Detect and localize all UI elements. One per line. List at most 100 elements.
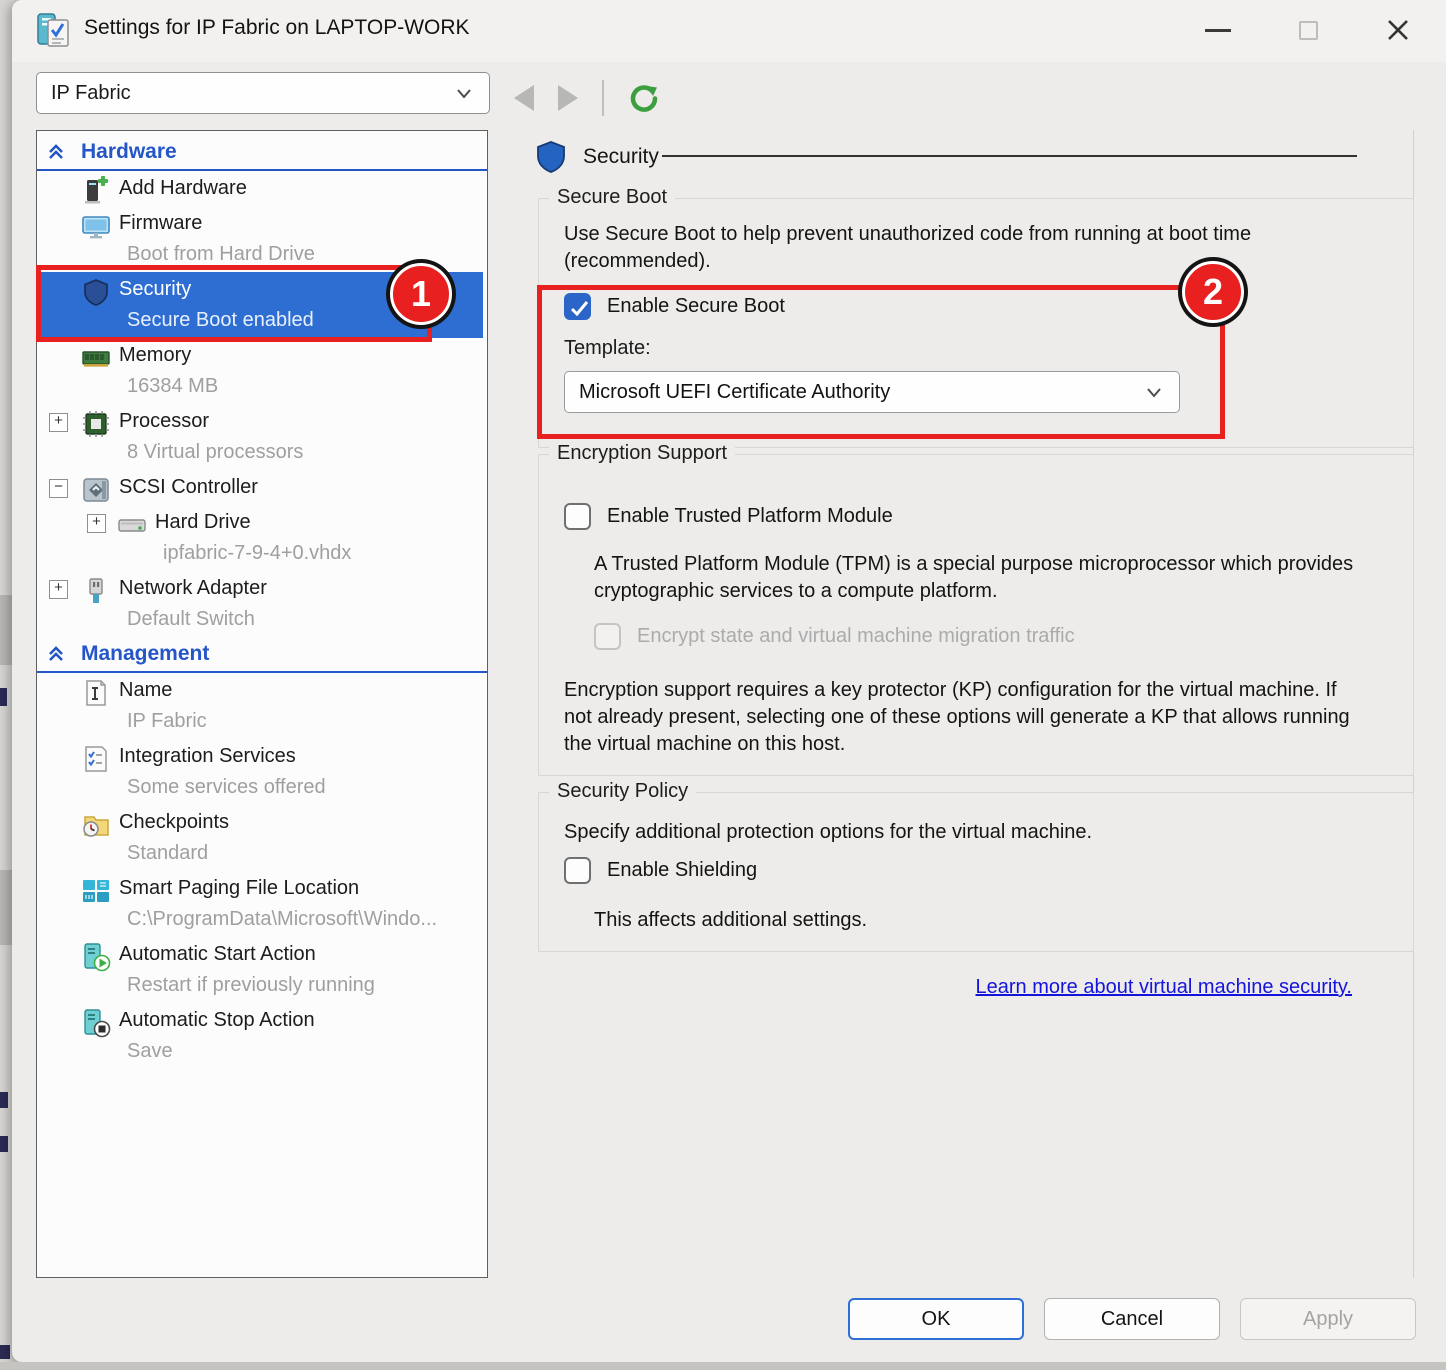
sidebar-item-label: Processor	[119, 406, 487, 437]
checkbox-unchecked-disabled	[594, 623, 621, 650]
network-adapter-icon	[81, 576, 111, 606]
sidebar-item-sub: 8 Virtual processors	[119, 437, 487, 468]
kp-description: Encryption support requires a key protec…	[564, 677, 1354, 758]
sidebar-item-auto-start[interactable]: Automatic Start Action Restart if previo…	[37, 937, 487, 1003]
minimize-button[interactable]	[1196, 10, 1240, 50]
sidebar-item-sub: Save	[119, 1036, 487, 1067]
expand-toggle[interactable]: +	[87, 514, 106, 533]
automatic-stop-icon	[81, 1008, 111, 1038]
close-button[interactable]	[1376, 10, 1420, 50]
sidebar-item-label: Name	[119, 675, 487, 706]
enable-shielding-checkbox[interactable]: Enable Shielding	[564, 857, 757, 884]
tpm-description: A Trusted Platform Module (TPM) is a spe…	[594, 551, 1354, 605]
sidebar-item-label: Automatic Stop Action	[119, 1005, 487, 1036]
sidebar-item-label: Smart Paging File Location	[119, 873, 487, 904]
encryption-support-group: Encryption Support Enable Trusted Platfo…	[538, 454, 1414, 776]
hyperv-settings-icon	[34, 11, 72, 49]
annotation-badge-2: 2	[1182, 261, 1244, 323]
checkbox-label: Enable Shielding	[607, 859, 757, 882]
sidebar-item-sub: Standard	[119, 838, 487, 869]
sidebar-item-processor[interactable]: + Processor 8 Virtual processors	[37, 404, 487, 470]
scsi-controller-icon	[81, 475, 111, 505]
sidebar-item-add-hardware[interactable]: Add Hardware	[37, 171, 487, 206]
sidebar-item-sub: Restart if previously running	[119, 970, 487, 1001]
desktop-background	[0, 1362, 1446, 1370]
collapse-chevrons-icon	[47, 143, 65, 161]
page-title: Security	[535, 140, 659, 174]
shielding-note: This affects additional settings.	[594, 907, 1294, 934]
automatic-start-icon	[81, 942, 111, 972]
sidebar-item-sub: C:\ProgramData\Microsoft\Windo...	[119, 904, 487, 935]
group-legend: Secure Boot	[549, 186, 675, 209]
sidebar-item-label: Network Adapter	[119, 573, 487, 604]
collapse-chevrons-icon	[47, 645, 65, 663]
ok-button[interactable]: OK	[848, 1298, 1024, 1340]
firmware-icon	[81, 211, 111, 241]
checkpoints-icon	[81, 810, 111, 840]
hard-drive-icon	[117, 510, 147, 540]
sidebar-item-network-adapter[interactable]: + Network Adapter Default Switch	[37, 571, 487, 637]
annotation-box-1	[36, 265, 432, 342]
sidebar-item-sub: IP Fabric	[119, 706, 487, 737]
vm-selector-dropdown[interactable]: IP Fabric	[36, 72, 490, 114]
name-icon	[81, 678, 111, 708]
collapse-toggle[interactable]: −	[49, 479, 68, 498]
integration-services-icon	[81, 744, 111, 774]
sidebar-item-label: Firmware	[119, 208, 487, 239]
annotation-box-2	[537, 285, 1225, 439]
sidebar-item-sub: Default Switch	[119, 604, 487, 635]
toolbar-separator	[602, 80, 604, 116]
sidebar-section-hardware[interactable]: Hardware	[37, 135, 487, 171]
sidebar-item-memory[interactable]: Memory 16384 MB	[37, 338, 487, 404]
vm-selector-value: IP Fabric	[51, 82, 131, 105]
sidebar-item-label: Hard Drive	[155, 507, 487, 538]
header-rule	[662, 155, 1357, 157]
sidebar-item-checkpoints[interactable]: Checkpoints Standard	[37, 805, 487, 871]
add-hardware-icon	[81, 176, 111, 206]
policy-description: Specify additional protection options fo…	[564, 819, 1364, 846]
group-legend: Encryption Support	[549, 442, 735, 465]
checkbox-label: Encrypt state and virtual machine migrat…	[637, 625, 1075, 648]
secure-boot-description: Use Secure Boot to help prevent unauthor…	[564, 221, 1354, 275]
sidebar-item-name[interactable]: Name IP Fabric	[37, 673, 487, 739]
sidebar-item-label: Checkpoints	[119, 807, 487, 838]
sidebar-item-label: Memory	[119, 340, 487, 371]
sidebar-item-auto-stop[interactable]: Automatic Stop Action Save	[37, 1003, 487, 1069]
chevron-down-icon	[453, 82, 475, 104]
processor-icon	[81, 409, 111, 439]
title-bar: Settings for IP Fabric on LAPTOP-WORK	[12, 0, 1446, 62]
sidebar-item-label: Add Hardware	[119, 173, 487, 204]
settings-dialog: Settings for IP Fabric on LAPTOP-WORK IP…	[12, 0, 1446, 1362]
window-title: Settings for IP Fabric on LAPTOP-WORK	[84, 16, 470, 40]
learn-more-link[interactable]: Learn more about virtual machine securit…	[882, 976, 1352, 999]
apply-button-disabled: Apply	[1240, 1298, 1416, 1340]
expand-toggle[interactable]: +	[49, 413, 68, 432]
refresh-button[interactable]	[628, 82, 660, 114]
sidebar-section-management[interactable]: Management	[37, 637, 487, 673]
enable-tpm-checkbox[interactable]: Enable Trusted Platform Module	[564, 503, 893, 530]
section-label: Management	[81, 642, 209, 666]
security-policy-group: Security Policy Specify additional prote…	[538, 792, 1414, 952]
close-icon	[1386, 18, 1410, 42]
navigate-forward-button[interactable]	[558, 85, 578, 111]
sidebar-item-hard-drive[interactable]: + Hard Drive ipfabric-7-9-4+0.vhdx	[37, 505, 487, 571]
cancel-button[interactable]: Cancel	[1044, 1298, 1220, 1340]
sidebar-item-label: SCSI Controller	[119, 472, 487, 503]
section-label: Hardware	[81, 140, 177, 164]
checkbox-label: Enable Trusted Platform Module	[607, 505, 893, 528]
expand-toggle[interactable]: +	[49, 580, 68, 599]
annotation-badge-1: 1	[390, 263, 452, 325]
sidebar-item-label: Integration Services	[119, 741, 487, 772]
encrypt-state-checkbox[interactable]: Encrypt state and virtual machine migrat…	[594, 623, 1075, 650]
sidebar-item-smart-paging[interactable]: Smart Paging File Location C:\ProgramDat…	[37, 871, 487, 937]
checkbox-unchecked	[564, 503, 591, 530]
sidebar-item-integration-services[interactable]: Integration Services Some services offer…	[37, 739, 487, 805]
memory-icon	[81, 343, 111, 373]
sidebar-item-scsi-controller[interactable]: − SCSI Controller	[37, 470, 487, 505]
page-title-text: Security	[583, 145, 659, 169]
sidebar-item-label: Automatic Start Action	[119, 939, 487, 970]
maximize-button[interactable]	[1286, 10, 1330, 50]
checkbox-unchecked	[564, 857, 591, 884]
group-legend: Security Policy	[549, 780, 696, 803]
navigate-back-button[interactable]	[514, 85, 534, 111]
